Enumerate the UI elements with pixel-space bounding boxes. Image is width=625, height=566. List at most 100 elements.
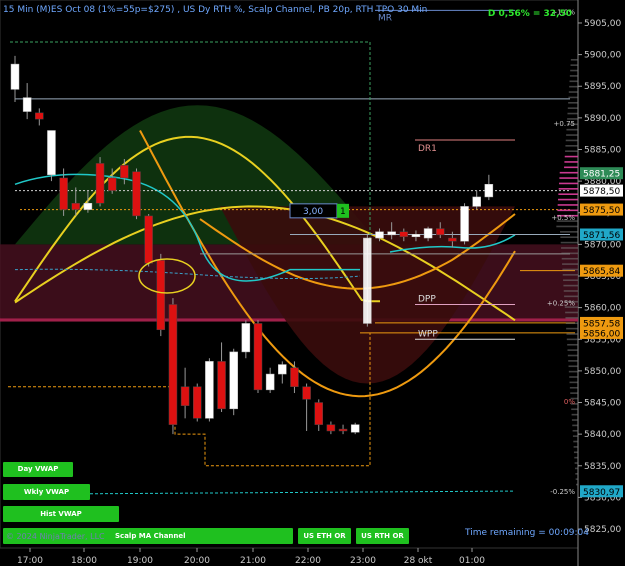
volume-profile-bar bbox=[562, 268, 578, 271]
candle-body-7 bbox=[95, 163, 105, 204]
time-axis: 17:00 18:00 19:00 20:00 21:00 22:00 23:00 28 ok… bbox=[17, 548, 485, 566]
candle-body-5 bbox=[71, 203, 80, 210]
candle-body-33 bbox=[411, 234, 421, 238]
order-qty-text: 3,00 bbox=[303, 207, 323, 217]
volume-profile-bar bbox=[565, 311, 578, 314]
candle-body-21 bbox=[265, 373, 275, 391]
candle-body-9 bbox=[120, 165, 129, 179]
wkly-vwap-button[interactable]: Wkly VWAP bbox=[3, 484, 90, 500]
y-tick-label-5900: 5900,00 bbox=[584, 51, 621, 61]
y-tick-label-5905: 5905,00 bbox=[584, 19, 621, 29]
volume-profile-bar bbox=[561, 257, 578, 260]
x-tick-label-3: 20:00 bbox=[184, 556, 210, 566]
volume-profile-bar bbox=[572, 429, 578, 432]
volume-profile-bar bbox=[558, 193, 578, 195]
volume-profile-bar bbox=[572, 435, 578, 437]
pct-label-2: +0.5% bbox=[551, 214, 575, 222]
time-remaining: Time remaining = 00:09:04 bbox=[465, 528, 590, 538]
volume-profile-bar bbox=[565, 317, 578, 319]
candle-body-17 bbox=[217, 361, 226, 410]
volume-profile-bar bbox=[566, 134, 578, 136]
candle-body-19 bbox=[241, 323, 251, 353]
volume-profile-bar bbox=[569, 381, 578, 384]
volume-profile-bar bbox=[558, 198, 578, 201]
level-wpp-label: WPP bbox=[418, 329, 438, 339]
price-label-1: 5878,50 bbox=[583, 187, 620, 197]
candle-body-26 bbox=[326, 424, 336, 432]
level-dpp-label: DPP bbox=[418, 294, 436, 304]
y-tick-label-5845: 5845,00 bbox=[584, 399, 621, 409]
price-chart[interactable]: DR1DPPWPP3,00 1MR+1.0%+0.75+0.5%+0.25%0%-… bbox=[0, 0, 625, 566]
volume-profile-bar bbox=[572, 424, 578, 427]
hist-vwap-button[interactable]: Hist VWAP bbox=[3, 506, 119, 522]
volume-profile-bar bbox=[574, 462, 578, 464]
y-tick-label-5870: 5870,00 bbox=[584, 240, 621, 250]
us-rth-or-button[interactable]: US RTH OR bbox=[356, 528, 409, 544]
x-tick-label-2: 19:00 bbox=[127, 556, 153, 566]
volume-profile-bar bbox=[563, 279, 578, 282]
volume-profile-bar bbox=[573, 440, 578, 443]
volume-profile-bar bbox=[561, 247, 578, 249]
candle-body-22 bbox=[278, 364, 287, 375]
volume-profile-bar bbox=[576, 483, 578, 486]
x-tick-label-7: 28 okt bbox=[404, 556, 433, 566]
us-eth-or-button[interactable]: US ETH OR bbox=[298, 528, 351, 544]
pnl-readout: D 0,56% = 32,50 bbox=[487, 9, 572, 19]
volume-profile-bar bbox=[569, 80, 578, 83]
candle-body-28 bbox=[350, 424, 360, 433]
volume-profile-bar bbox=[571, 419, 578, 421]
price-label-0: 5881,25 bbox=[583, 170, 620, 180]
candle-body-18 bbox=[229, 351, 238, 410]
volume-profile-bar bbox=[567, 349, 578, 351]
volume-profile-bar bbox=[570, 64, 578, 66]
candle-body-38 bbox=[472, 196, 481, 207]
volume-profile-bar bbox=[566, 333, 578, 335]
volume-profile-bar bbox=[568, 96, 578, 99]
volume-profile-bar bbox=[568, 101, 578, 104]
y-tick-label-5840: 5840,00 bbox=[584, 430, 621, 440]
y-tick-label-5890: 5890,00 bbox=[584, 114, 621, 124]
candle-body-35 bbox=[436, 228, 445, 236]
candle-body-32 bbox=[399, 231, 409, 238]
volume-profile-bar bbox=[559, 177, 578, 179]
candle-body-2 bbox=[35, 112, 44, 120]
price-label-7: 5830,97 bbox=[583, 488, 620, 498]
volume-profile-bar bbox=[565, 150, 578, 152]
volume-profile-bar bbox=[573, 446, 578, 448]
volume-profile-bar bbox=[564, 161, 578, 163]
volume-profile-bar bbox=[569, 376, 578, 378]
volume-profile-bar bbox=[569, 75, 578, 77]
volume-profile-bar bbox=[557, 209, 578, 212]
volume-profile-bar bbox=[562, 263, 578, 265]
candle-body-16 bbox=[205, 361, 214, 419]
volume-profile-bar bbox=[575, 478, 578, 480]
price-label-6: 5856,00 bbox=[583, 329, 620, 339]
volume-profile-bar bbox=[557, 204, 578, 206]
pct-label-4: 0% bbox=[564, 398, 575, 406]
volume-profile-bar bbox=[574, 456, 578, 459]
y-tick-label-5885: 5885,00 bbox=[584, 145, 621, 155]
chart-title: 15 Min (M)ES Oct 08 (1%=55p=$275) , US D… bbox=[3, 5, 428, 15]
candle-body-4 bbox=[59, 177, 68, 210]
candle-body-8 bbox=[107, 177, 117, 191]
x-tick-label-6: 23:00 bbox=[350, 556, 376, 566]
candle-body-30 bbox=[375, 231, 384, 239]
volume-profile-bar bbox=[571, 408, 578, 411]
y-tick-label-5825: 5825,00 bbox=[584, 525, 621, 535]
volume-profile-bar bbox=[571, 413, 578, 416]
candle-body-36 bbox=[448, 237, 457, 242]
volume-profile-bar bbox=[566, 128, 578, 131]
volume-profile-bar bbox=[564, 155, 578, 158]
copyright-text: © 2024 NinjaTrader, LLC bbox=[6, 532, 105, 541]
order-count-text: 1 bbox=[340, 207, 346, 217]
volume-profile-bar bbox=[562, 274, 578, 276]
pct-label-3: +0.25% bbox=[547, 300, 575, 308]
volume-profile-bar bbox=[564, 295, 578, 298]
candle-body-0 bbox=[10, 63, 20, 90]
volume-profile-bar bbox=[570, 69, 578, 72]
day-vwap-button[interactable]: Day VWAP bbox=[3, 462, 73, 477]
candle-body-20 bbox=[253, 323, 263, 391]
y-tick-label-5850: 5850,00 bbox=[584, 367, 621, 377]
volume-profile-bar bbox=[565, 145, 578, 147]
volume-profile-bar bbox=[567, 112, 578, 115]
